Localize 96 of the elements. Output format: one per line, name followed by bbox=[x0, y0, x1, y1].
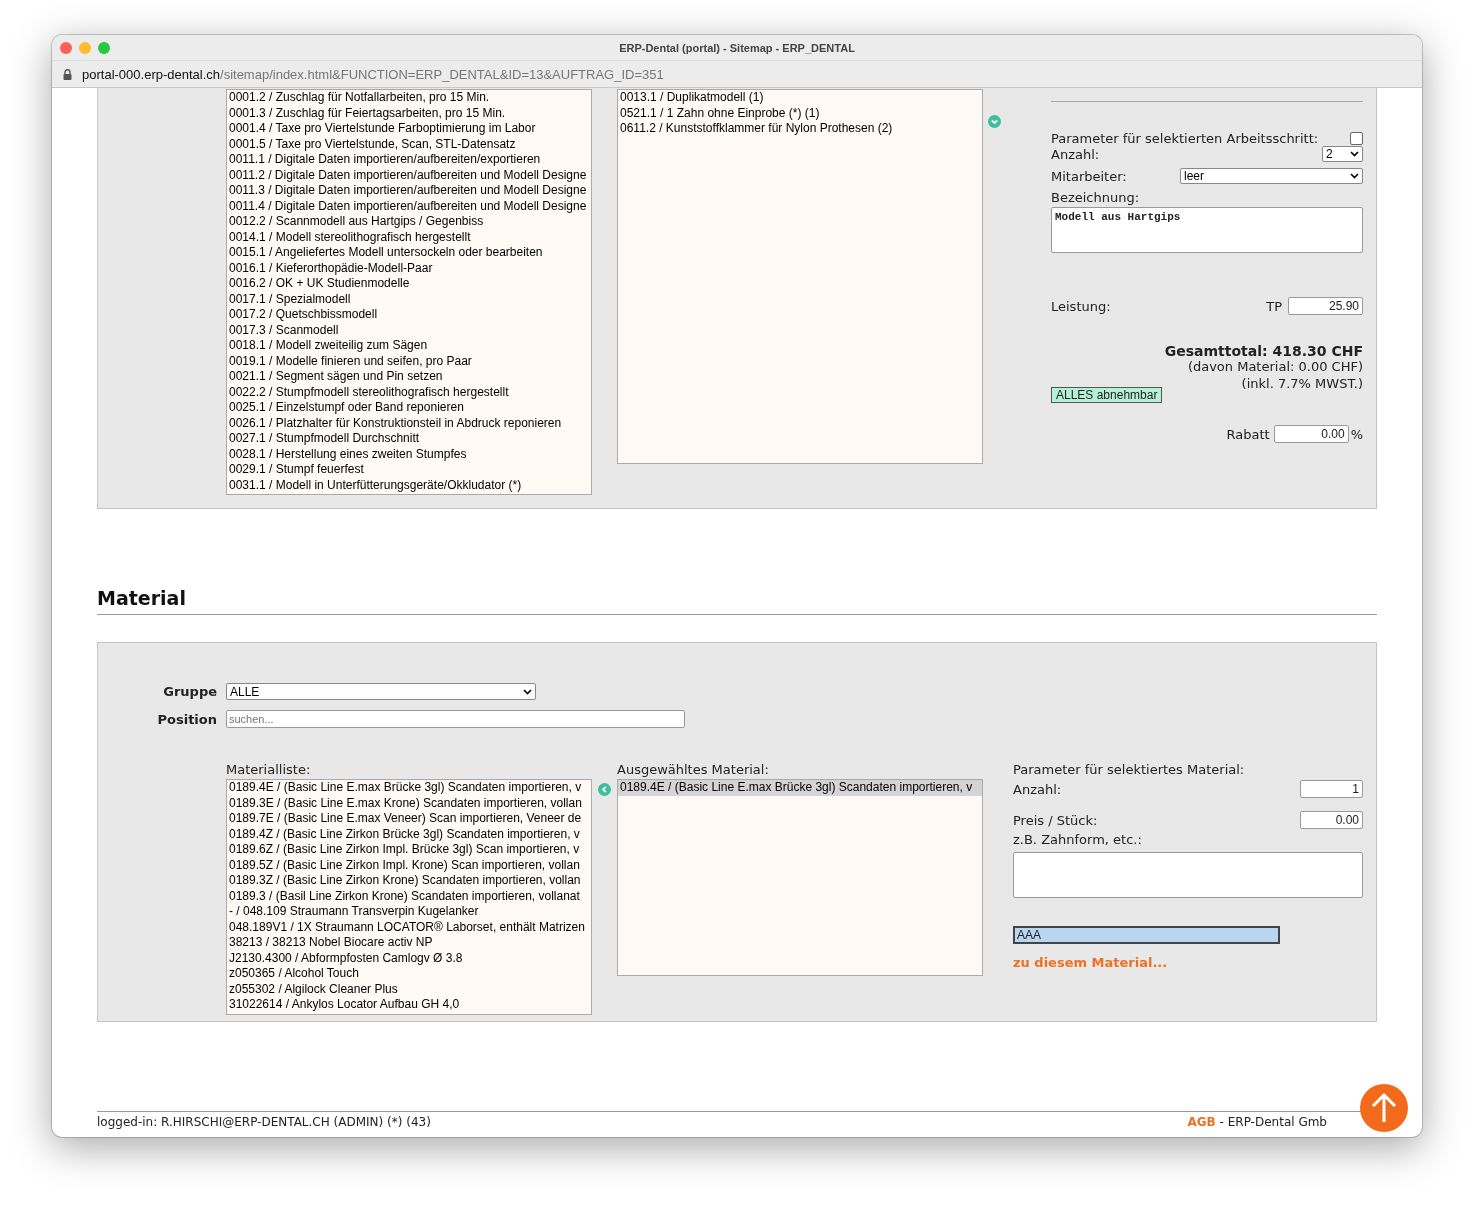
list-option[interactable]: z050365 / Alcohol Touch bbox=[227, 966, 591, 982]
close-icon[interactable] bbox=[60, 41, 72, 54]
list-option[interactable]: 0014.1 / Modell stereolithografisch hergestellt bbox=[227, 229, 591, 245]
checkbox[interactable] bbox=[1350, 132, 1363, 145]
list-option[interactable]: 0189.5Z / (Basic Line Zirkon Impl. Krone) Scan importieren, vollan bbox=[227, 857, 591, 873]
quantity-select[interactable]: 2 bbox=[1322, 146, 1363, 162]
field-label: Anzahl: bbox=[1051, 146, 1100, 162]
field-label: z.B. Zahnform, etc.: bbox=[1013, 832, 1143, 847]
list-option[interactable]: 0025.1 / Einzelstumpf oder Band reponieren bbox=[227, 400, 591, 416]
list-option[interactable]: 0189.4E / (Basic Line E.max Brücke 3gl) Scandaten importieren, v bbox=[227, 780, 591, 796]
window-title: ERP-Dental (portal) - Sitemap - ERP_DENTAL bbox=[619, 41, 855, 54]
description-field[interactable]: Modell aus Hartgips bbox=[1051, 207, 1363, 253]
note-field[interactable] bbox=[1013, 852, 1363, 898]
list-option[interactable]: 0611.2 / Kunststoffklammer für Nylon Prothesen (2) bbox=[618, 121, 982, 137]
field-label: Mitarbeiter: bbox=[1051, 168, 1127, 184]
list-option[interactable]: 0026.1 / Platzhalter für Konstruktionsteil in Abdruck reponieren bbox=[227, 415, 591, 431]
price-field[interactable]: 25.90 bbox=[1288, 297, 1363, 315]
list-option[interactable]: 38213 / 38213 Nobel Biocare activ NP bbox=[227, 935, 591, 951]
field-label: Anzahl: bbox=[1013, 781, 1062, 797]
list-option[interactable]: 31022614 / Ankylos Locator Aufbau GH 4,0 bbox=[227, 997, 591, 1013]
vat-note: (inkl. 7.7% MWST.) bbox=[1241, 376, 1363, 391]
field-label: Position bbox=[156, 711, 217, 727]
employee-select[interactable]: leer bbox=[1180, 168, 1363, 184]
list-option[interactable]: 0011.3 / Digitale Daten importieren/aufbereiten und Modell Designe bbox=[227, 183, 591, 199]
list-option[interactable]: 0521.1 / 1 Zahn ohne Einprobe (*) (1) bbox=[618, 105, 982, 121]
list-option[interactable]: 0031.1 / Modell in Unterfütterungsgeräte/Okkludator (*) bbox=[227, 477, 591, 493]
params-title: Parameter für selektiertes Material: bbox=[1013, 762, 1246, 777]
field-label: Rabatt bbox=[1226, 426, 1270, 442]
field-label: Preis / Stück: bbox=[1013, 812, 1098, 828]
list-option[interactable]: 0189.4E / (Basic Line E.max Brücke 3gl) Scandaten importieren, v bbox=[618, 780, 982, 796]
lock-icon bbox=[63, 68, 72, 80]
material-note: (davon Material: 0.00 CHF) bbox=[1186, 359, 1363, 374]
list-option[interactable]: 0011.2 / Digitale Daten importieren/aufbereiten und Modell Designe bbox=[227, 167, 591, 183]
percent-sign: % bbox=[1350, 426, 1363, 442]
list-option[interactable]: 0001.2 / Zuschlag für Notfallarbeiten, pro 15 Min. bbox=[227, 90, 591, 106]
caret-icon bbox=[523, 688, 532, 695]
chevron-left-icon[interactable] bbox=[598, 783, 611, 796]
maximize-icon[interactable] bbox=[98, 41, 110, 54]
list-option[interactable]: 0189.4Z / (Basic Line Zirkon Brücke 3gl) Scandaten importieren, v bbox=[227, 826, 591, 842]
search-field[interactable]: suchen... bbox=[226, 710, 685, 728]
list-option[interactable]: 0018.1 / Modell zweiteilig zum Sägen bbox=[227, 338, 591, 354]
list-option[interactable]: 0015.1 / Angeliefertes Modell untersockeln oder bearbeiten bbox=[227, 245, 591, 261]
code-field[interactable]: AAA bbox=[1013, 926, 1280, 944]
list-label: Ausgewähltes Material: bbox=[617, 762, 770, 777]
selected-material-list[interactable]: 0189.4E / (Basic Line E.max Brücke 3gl) Scandaten importieren, v bbox=[617, 779, 983, 976]
company-name: - ERP-Dental Gmb bbox=[1218, 1115, 1327, 1129]
arrow-up-icon bbox=[1371, 1093, 1397, 1123]
caret-icon bbox=[1350, 173, 1359, 179]
list-option[interactable]: 0017.2 / Quetschbissmodell bbox=[227, 307, 591, 323]
minimize-icon[interactable] bbox=[79, 41, 91, 54]
list-option[interactable]: - / 048.109 Straumann Transverpin Kugelanker bbox=[227, 904, 591, 920]
list-option[interactable]: 0011.4 / Digitale Daten importieren/aufbereiten und Modell Designe bbox=[227, 198, 591, 214]
field-label: TP bbox=[1266, 298, 1282, 314]
list-option[interactable]: 0189.3Z / (Basic Line Zirkon Krone) Scandaten importieren, vollan bbox=[227, 873, 591, 889]
list-option[interactable]: 0027.1 / Stumpfmodell Durchschnitt bbox=[227, 431, 591, 447]
list-option[interactable]: 0189.7E / (Basic Line E.max Veneer) Scan importieren, Veneer de bbox=[227, 811, 591, 827]
material-list[interactable] bbox=[226, 779, 592, 1015]
list-option[interactable]: 0001.4 / Taxe pro Viertelstunde Farboptimierung im Labor bbox=[227, 121, 591, 137]
caret-icon bbox=[1350, 151, 1359, 157]
list-option[interactable]: 0016.1 / Kieferorthopädie-Modell-Paar bbox=[227, 260, 591, 276]
chosen-step-list[interactable]: 0013.1 / Duplikatmodell (1) 0521.1 / 1 Zahn ohne Einprobe (*) (1) 0611.2 / Kunststoffklammer für Nylon Prothesen (2) bbox=[617, 89, 983, 464]
list-option[interactable]: 0017.3 / Scanmodell bbox=[227, 322, 591, 338]
list-option[interactable]: 0011.1 / Digitale Daten importieren/aufbereiten/exportieren bbox=[227, 152, 591, 168]
group-select[interactable]: ALLE bbox=[226, 683, 536, 700]
params-title: Parameter für selektierten Arbeitsschritt: bbox=[1051, 131, 1319, 146]
chevron-down-icon[interactable] bbox=[988, 115, 1001, 128]
work-step-list[interactable] bbox=[226, 89, 592, 495]
field-label: Gruppe bbox=[162, 684, 217, 699]
list-option[interactable]: 048.189V1 / 1X Straumann LOCATOR® Laborset, enthält Matrizen bbox=[227, 919, 591, 935]
list-option[interactable]: 0021.1 / Segment sägen und Pin setzen bbox=[227, 369, 591, 385]
discount-field[interactable]: 0.00 bbox=[1273, 425, 1349, 443]
list-option[interactable]: 0022.2 / Stumpfmodell stereolithografisch hergestellt bbox=[227, 384, 591, 400]
field-label: Bezeichnung: bbox=[1051, 190, 1141, 205]
list-option[interactable]: 0189.3 / (Basil Line Zirkon Krone) Scandaten importieren, vollanat bbox=[227, 888, 591, 904]
list-option[interactable]: 0017.1 / Spezialmodell bbox=[227, 291, 591, 307]
list-option[interactable]: 0016.2 / OK + UK Studienmodelle bbox=[227, 276, 591, 292]
list-option[interactable]: 0001.5 / Taxe pro Viertelstunde, Scan, STL-Datensatz bbox=[227, 136, 591, 152]
list-option[interactable]: J2130.4300 / Abformpfosten Camlogv Ø 3.8 bbox=[227, 950, 591, 966]
list-option[interactable]: z055302 / Algilock Cleaner Plus bbox=[227, 981, 591, 997]
list-option[interactable]: 0029.1 / Stumpf feuerfest bbox=[227, 462, 591, 478]
unit-price-field[interactable]: 0.00 bbox=[1300, 811, 1363, 829]
list-option[interactable]: 0028.1 / Herstellung eines zweiten Stumpfes bbox=[227, 446, 591, 462]
list-option[interactable]: 0189.6Z / (Basic Line Zirkon Impl. Brücke 3gl) Scan importieren, v bbox=[227, 842, 591, 858]
alles-button[interactable]: ALLES abnehmbar bbox=[1051, 387, 1163, 403]
section-heading: Material bbox=[97, 587, 1377, 615]
grand-total: Gesamttotal: 418.30 CHF bbox=[1163, 343, 1363, 359]
list-option[interactable]: 0019.1 / Modelle finieren und seifen, pro Paar bbox=[227, 353, 591, 369]
list-option[interactable]: 0013.1 / Duplikatmodell (1) bbox=[618, 90, 982, 106]
list-option[interactable]: 0001.3 / Zuschlag für Feiertagsarbeiten, pro 15 Min. bbox=[227, 105, 591, 121]
list-label: Materialliste: bbox=[226, 762, 312, 777]
quantity-field[interactable]: 1 bbox=[1300, 780, 1363, 798]
list-option[interactable]: 0012.2 / Scannmodell aus Hartgips / Gegenbiss bbox=[227, 214, 591, 230]
list-option[interactable]: 0189.3E / (Basic Line E.max Krone) Scandaten importieren, vollan bbox=[227, 795, 591, 811]
scroll-to-top-button[interactable] bbox=[1360, 1084, 1408, 1132]
field-label: Leistung: bbox=[1051, 298, 1111, 314]
login-info: logged-in: R.HIRSCHI@ERP-DENTAL.CH (ADMIN) (*) (43) bbox=[97, 1115, 431, 1129]
